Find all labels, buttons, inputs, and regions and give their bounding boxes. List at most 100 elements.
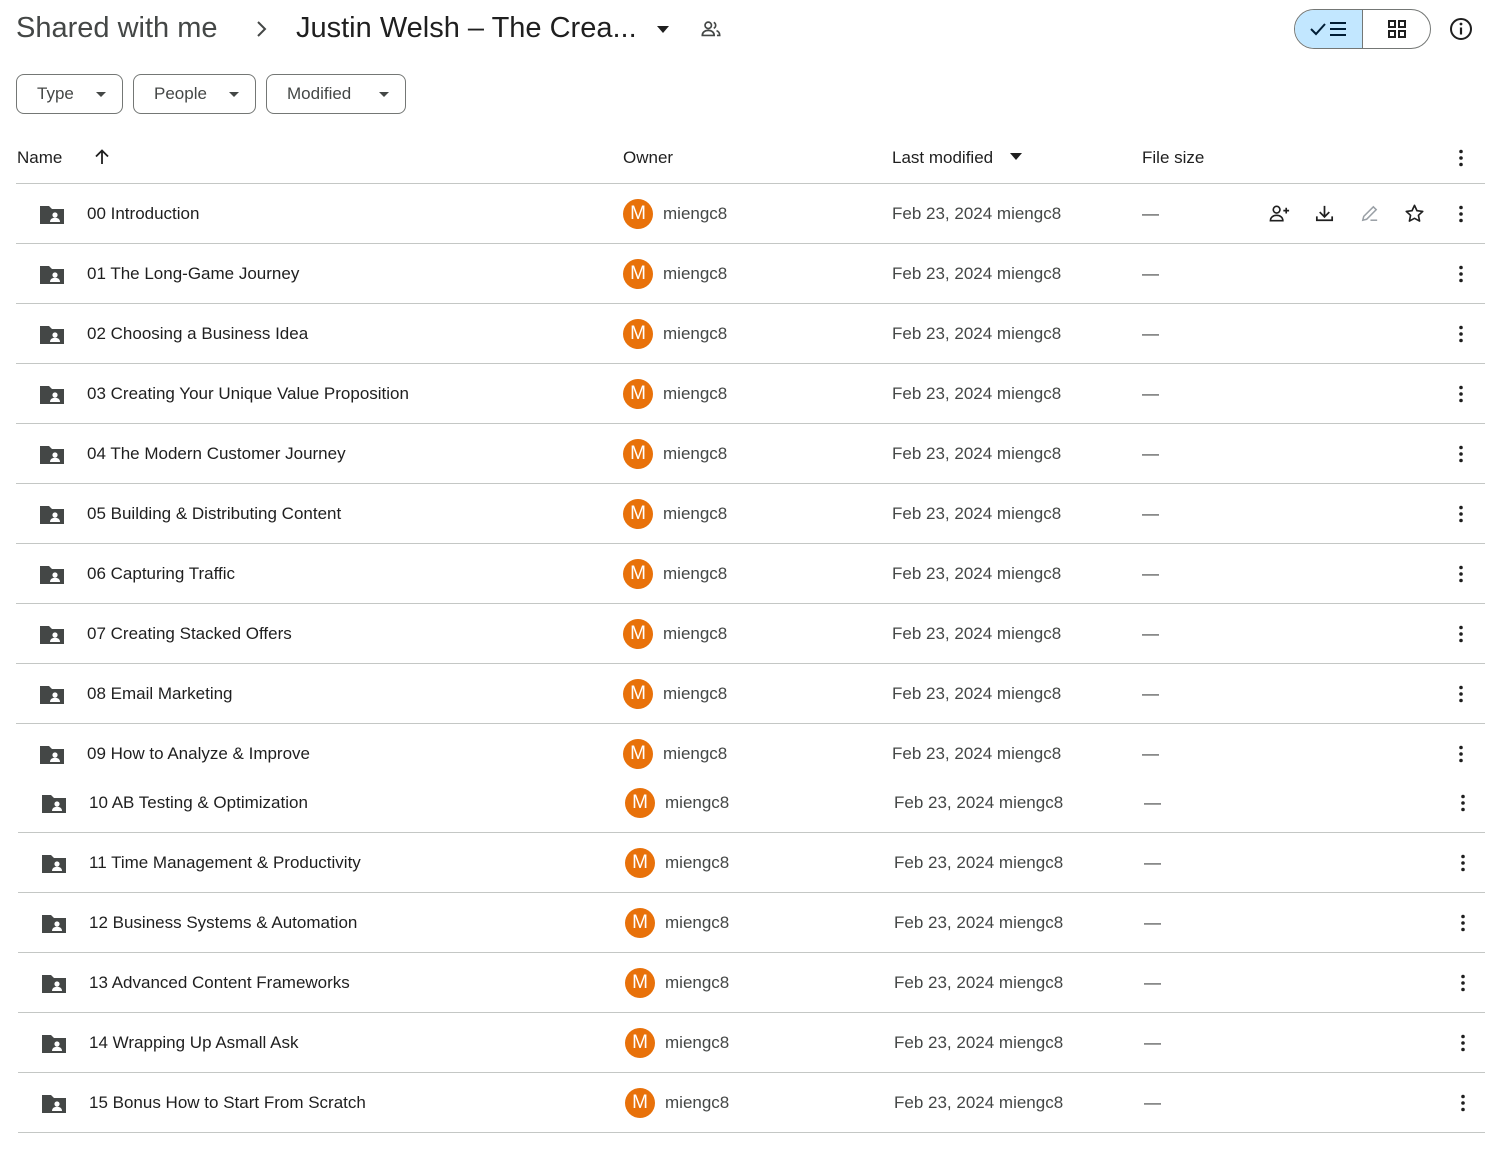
table-row[interactable]: 06 Capturing Traffic Mmiengc8 Feb 23, 2024… — [16, 544, 1485, 604]
owner-name: miengc8 — [665, 913, 730, 932]
more-actions-icon[interactable] — [1452, 972, 1474, 994]
file-name[interactable]: 05 Building & Distributing Content — [87, 503, 341, 525]
table-row[interactable]: 00 Introduction Mmiengc8 Feb 23, 2024 mien… — [16, 184, 1485, 244]
star-icon[interactable] — [1403, 202, 1426, 225]
file-name[interactable]: 13 Advanced Content Frameworks — [89, 972, 350, 994]
owner-name: miengc8 — [665, 1033, 730, 1052]
table-row[interactable]: 15 Bonus How to Start From Scratch Mmieng… — [18, 1073, 1485, 1133]
header: Shared with me Justin Welsh – The Crea..… — [0, 0, 1485, 60]
share-icon[interactable] — [1268, 202, 1291, 225]
file-name[interactable]: 00 Introduction — [87, 203, 199, 225]
table-row[interactable]: 13 Advanced Content Frameworks Mmiengc8 Fe… — [18, 953, 1485, 1013]
shared-people-icon[interactable] — [700, 18, 722, 40]
grid-view-button[interactable] — [1363, 10, 1430, 48]
more-actions-icon[interactable] — [1450, 503, 1472, 525]
shared-folder-icon — [40, 792, 68, 816]
more-actions-icon[interactable] — [1452, 1092, 1474, 1114]
more-actions-icon[interactable] — [1450, 743, 1472, 765]
table-row[interactable]: 05 Building & Distributing Content Mmieng… — [16, 484, 1485, 544]
more-actions-icon[interactable] — [1452, 912, 1474, 934]
file-name[interactable]: 09 How to Analyze & Improve — [87, 743, 310, 765]
download-icon[interactable] — [1313, 202, 1336, 225]
shared-folder-icon — [40, 1092, 68, 1116]
more-actions-icon[interactable] — [1450, 443, 1472, 465]
more-actions-icon[interactable] — [1450, 263, 1472, 285]
file-name[interactable]: 10 AB Testing & Optimization — [89, 792, 308, 814]
table-row[interactable]: 14 Wrapping Up Asmall Ask Mmiengc8 Feb 23,… — [18, 1013, 1485, 1073]
file-name[interactable]: 04 The Modern Customer Journey — [87, 443, 346, 465]
breadcrumb-root[interactable]: Shared with me — [16, 10, 218, 46]
table-row[interactable]: 02 Choosing a Business Idea Mmiengc8 Feb 2… — [16, 304, 1485, 364]
last-modified: Feb 23, 2024 miengc8 — [894, 973, 1064, 992]
file-name[interactable]: 12 Business Systems & Automation — [89, 912, 357, 934]
more-actions-icon[interactable] — [1450, 323, 1472, 345]
sort-ascending-arrow-icon[interactable] — [92, 147, 112, 167]
table-row[interactable]: 04 The Modern Customer Journey Mmiengc8 Fe… — [16, 424, 1485, 484]
owner-name: miengc8 — [665, 1093, 730, 1112]
folder-menu-caret-icon[interactable] — [654, 22, 672, 36]
people-filter-chip[interactable]: People — [133, 74, 256, 114]
file-size: — — [1142, 444, 1159, 463]
breadcrumb-current-folder[interactable]: Justin Welsh – The Crea... — [296, 10, 637, 46]
last-modified: Feb 23, 2024 miengc8 — [892, 504, 1062, 523]
shared-folder-icon — [38, 563, 66, 587]
owner-name: miengc8 — [663, 264, 728, 283]
table-row[interactable]: 10 AB Testing & Optimization Mmiengc8 Feb … — [18, 773, 1485, 833]
file-size: — — [1142, 504, 1159, 523]
modified-filter-label: Modified — [287, 84, 352, 103]
chevron-down-icon — [96, 92, 106, 97]
file-name[interactable]: 03 Creating Your Unique Value Propositio… — [87, 383, 409, 405]
row-divider — [18, 1132, 1485, 1133]
file-name[interactable]: 15 Bonus How to Start From Scratch — [89, 1092, 366, 1114]
list-view-button[interactable] — [1295, 10, 1363, 48]
shared-folder-icon — [38, 203, 66, 227]
file-size: — — [1144, 1093, 1161, 1112]
file-name[interactable]: 11 Time Management & Productivity — [89, 852, 361, 874]
more-actions-icon[interactable] — [1452, 792, 1474, 814]
table-row[interactable]: 03 Creating Your Unique Value Propositio… — [16, 364, 1485, 424]
more-actions-icon[interactable] — [1452, 1032, 1474, 1054]
last-modified: Feb 23, 2024 miengc8 — [892, 684, 1062, 703]
modified-filter-chip[interactable]: Modified — [266, 74, 406, 114]
file-name[interactable]: 06 Capturing Traffic — [87, 563, 235, 585]
table-row[interactable]: 01 The Long-Game Journey Mmiengc8 Feb 23, … — [16, 244, 1485, 304]
table-row[interactable]: 07 Creating Stacked Offers Mmiengc8 Feb 23… — [16, 604, 1485, 664]
owner-name: miengc8 — [663, 684, 728, 703]
column-header-last-modified[interactable]: Last modified — [892, 147, 993, 169]
shared-folder-icon — [38, 383, 66, 407]
owner-name: miengc8 — [663, 204, 728, 223]
more-actions-icon[interactable] — [1450, 623, 1472, 645]
rename-pencil-icon[interactable] — [1358, 202, 1381, 225]
type-filter-chip[interactable]: Type — [16, 74, 123, 114]
file-name[interactable]: 02 Choosing a Business Idea — [87, 323, 308, 345]
shared-folder-icon — [38, 683, 66, 707]
last-modified: Feb 23, 2024 miengc8 — [894, 1033, 1064, 1052]
info-icon[interactable] — [1448, 16, 1474, 42]
sort-dropdown-caret-icon[interactable] — [1010, 153, 1022, 161]
more-actions-icon[interactable] — [1450, 683, 1472, 705]
table-row[interactable]: 12 Business Systems & Automation Mmiengc8… — [18, 893, 1485, 953]
list-view-check-icon — [1309, 22, 1346, 36]
file-name[interactable]: 14 Wrapping Up Asmall Ask — [89, 1032, 298, 1054]
grid-view-icon — [1387, 20, 1406, 38]
table-row[interactable]: 11 Time Management & Productivity Mmiengc… — [18, 833, 1485, 893]
file-name[interactable]: 08 Email Marketing — [87, 683, 233, 705]
column-header-name[interactable]: Name — [17, 147, 62, 169]
file-size: — — [1144, 913, 1161, 932]
more-actions-icon[interactable] — [1450, 383, 1472, 405]
column-options-more-icon[interactable] — [1450, 147, 1472, 169]
table-row[interactable]: 08 Email Marketing Mmiengc8 Feb 23, 2024 m… — [16, 664, 1485, 724]
chevron-down-icon — [379, 92, 389, 97]
more-actions-icon[interactable] — [1450, 203, 1472, 225]
file-size: — — [1142, 684, 1159, 703]
file-size: — — [1142, 204, 1159, 223]
last-modified: Feb 23, 2024 miengc8 — [892, 444, 1062, 463]
owner-name: miengc8 — [665, 853, 730, 872]
avatar: M — [625, 788, 655, 818]
file-name[interactable]: 07 Creating Stacked Offers — [87, 623, 292, 645]
file-name[interactable]: 01 The Long-Game Journey — [87, 263, 299, 285]
more-actions-icon[interactable] — [1452, 852, 1474, 874]
shared-folder-icon — [38, 623, 66, 647]
more-actions-icon[interactable] — [1450, 563, 1472, 585]
last-modified: Feb 23, 2024 miengc8 — [894, 853, 1064, 872]
